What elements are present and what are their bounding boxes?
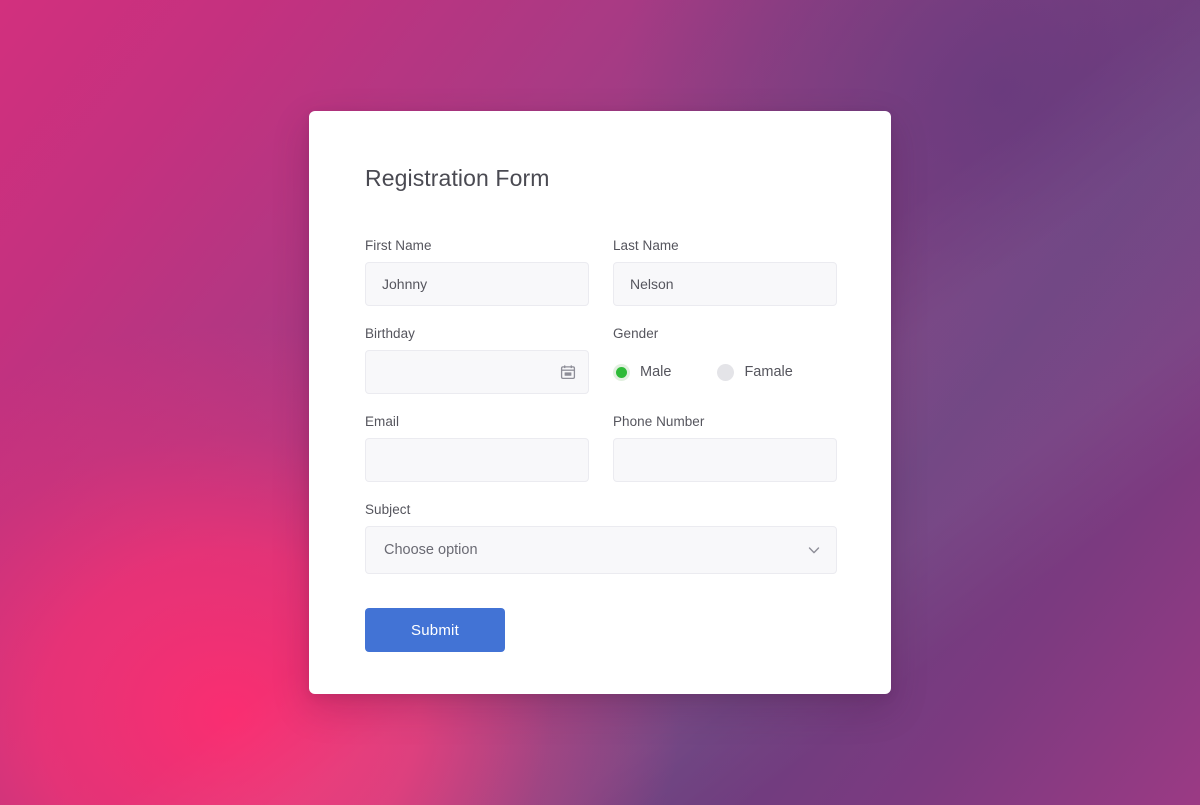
first-name-input[interactable]: [365, 262, 589, 306]
email-label: Email: [365, 414, 400, 429]
phone-number-input[interactable]: [613, 438, 837, 482]
form-row-birthday-gender: Birthday Gender Male Famale: [365, 326, 835, 394]
last-name-label: Last Name: [613, 238, 679, 253]
field-group-last-name: Last Name: [613, 238, 837, 306]
subject-select[interactable]: Choose option: [365, 526, 837, 574]
gender-label: Gender: [613, 326, 659, 341]
last-name-input[interactable]: [613, 262, 837, 306]
birthday-label: Birthday: [365, 326, 415, 341]
page-title: Registration Form: [365, 165, 550, 191]
form-row-submit: Submit: [365, 608, 835, 652]
calendar-icon[interactable]: [560, 364, 576, 380]
registration-form-card: Registration Form First Name Last Name B…: [309, 111, 891, 694]
form-row-subject: Subject Choose option: [365, 502, 837, 574]
birthday-input[interactable]: [365, 350, 589, 394]
phone-number-label: Phone Number: [613, 414, 705, 429]
gender-option-male-label: Male: [640, 364, 672, 380]
subject-select-value: Choose option: [384, 542, 478, 558]
gender-option-male[interactable]: Male: [613, 363, 672, 381]
radio-selected-icon: [613, 363, 630, 381]
radio-unselected-icon: [717, 363, 735, 381]
birthday-input-wrap: [365, 350, 589, 394]
subject-select-wrap: Choose option: [365, 526, 837, 574]
first-name-label: First Name: [365, 238, 432, 253]
field-group-gender: Gender Male Famale: [613, 326, 837, 394]
field-group-first-name: First Name: [365, 238, 589, 306]
submit-button[interactable]: Submit: [365, 608, 505, 652]
gender-option-famale-label: Famale: [744, 364, 793, 380]
email-input[interactable]: [365, 438, 589, 482]
gender-radio-group: Male Famale: [613, 350, 837, 394]
field-group-email: Email: [365, 414, 589, 482]
form-row-names: First Name Last Name: [365, 238, 837, 306]
form-row-contact: Email Phone Number: [365, 414, 837, 482]
gender-option-famale[interactable]: Famale: [717, 363, 793, 381]
field-group-birthday: Birthday: [365, 326, 589, 394]
subject-label: Subject: [365, 502, 411, 517]
field-group-phone-number: Phone Number: [613, 414, 837, 482]
field-group-subject: Subject Choose option: [365, 502, 837, 574]
